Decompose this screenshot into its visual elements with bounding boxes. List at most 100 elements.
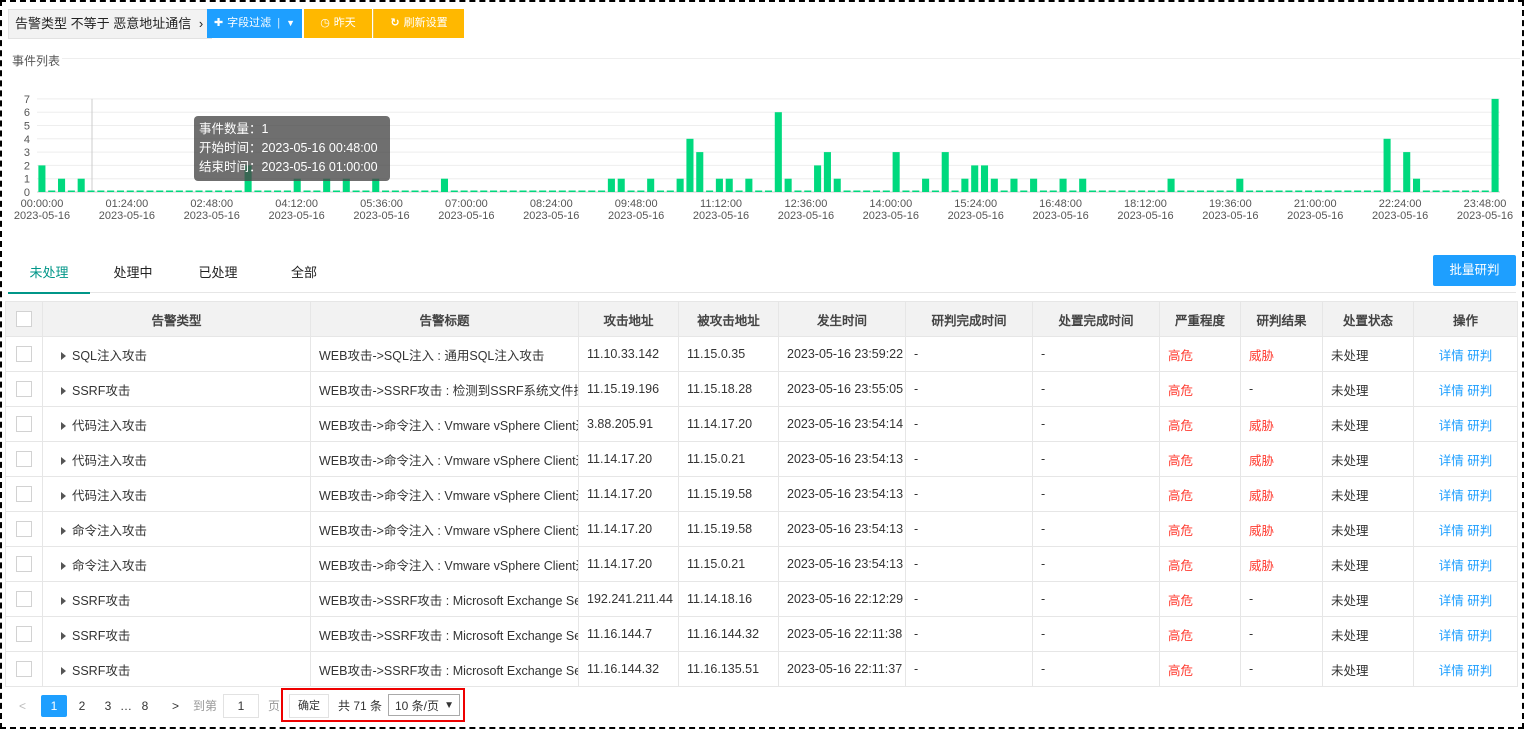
judge-link[interactable]: 研判: [1467, 664, 1492, 678]
row-checkbox-cell[interactable]: [5, 476, 43, 512]
chart-bar: [283, 190, 291, 192]
judge-link[interactable]: 研判: [1467, 524, 1492, 538]
table-row[interactable]: SSRF攻击 WEB攻击->SSRF攻击 : 检测到SSRF系统文件探测 11.15…: [5, 371, 1518, 407]
row-checkbox-cell[interactable]: [5, 546, 43, 582]
table-row[interactable]: SQL注入攻击 WEB攻击->SQL注入 : 通用SQL注入攻击 11.10.33.…: [5, 336, 1518, 372]
table-row[interactable]: SSRF攻击 WEB攻击->SSRF攻击 : Microsoft Exchange…: [5, 616, 1518, 652]
detail-link[interactable]: 详情: [1439, 349, 1464, 363]
detail-link[interactable]: 详情: [1439, 664, 1464, 678]
cell-alert-type[interactable]: SSRF攻击: [42, 581, 311, 617]
detail-link[interactable]: 详情: [1439, 489, 1464, 503]
expand-arrow-icon[interactable]: [61, 352, 66, 361]
refresh-settings-button[interactable]: ↻ 刷新设置: [373, 9, 464, 38]
expand-arrow-icon[interactable]: [61, 387, 66, 396]
field-filter-button[interactable]: ✚ 字段过滤 | ▼: [207, 9, 302, 38]
cell-alert-type[interactable]: SSRF攻击: [42, 371, 311, 407]
table-row[interactable]: SSRF攻击 WEB攻击->SSRF攻击 : Microsoft Exchange…: [5, 651, 1518, 687]
judge-link[interactable]: 研判: [1467, 384, 1492, 398]
detail-link[interactable]: 详情: [1439, 559, 1464, 573]
x-tick-time-label: 01:24:00: [105, 198, 148, 210]
table-row[interactable]: SSRF攻击 WEB攻击->SSRF攻击 : Microsoft Exchange…: [5, 581, 1518, 617]
cell-alert-type[interactable]: 命令注入攻击: [42, 546, 311, 582]
judge-link[interactable]: 研判: [1467, 419, 1492, 433]
judge-link[interactable]: 研判: [1467, 594, 1492, 608]
row-checkbox[interactable]: [16, 626, 32, 642]
tab-unprocessed[interactable]: 未处理: [8, 256, 90, 294]
filter-tag[interactable]: 告警类型 不等于 恶意地址通信 ›: [8, 9, 213, 39]
row-checkbox[interactable]: [16, 556, 32, 572]
page-8-button[interactable]: 8: [132, 695, 158, 717]
expand-arrow-icon[interactable]: [61, 422, 66, 431]
expand-arrow-icon[interactable]: [61, 527, 66, 536]
prev-page-button[interactable]: <: [19, 695, 26, 717]
page-2-button[interactable]: 2: [69, 695, 95, 717]
goto-page-input[interactable]: 1: [223, 694, 259, 718]
expand-arrow-icon[interactable]: [61, 562, 66, 571]
row-checkbox[interactable]: [16, 486, 32, 502]
chart-bar: [146, 190, 154, 192]
cell-alert-type[interactable]: SSRF攻击: [42, 651, 311, 687]
row-checkbox-cell[interactable]: [5, 651, 43, 687]
table-row[interactable]: 命令注入攻击 WEB攻击->命令注入 : Vmware vSphere Clien…: [5, 511, 1518, 547]
chart-bar: [1275, 190, 1283, 192]
row-checkbox-cell[interactable]: [5, 406, 43, 442]
cell-alert-type[interactable]: SQL注入攻击: [42, 336, 311, 372]
tab-processed[interactable]: 已处理: [177, 256, 259, 292]
judge-link[interactable]: 研判: [1467, 489, 1492, 503]
table-row[interactable]: 代码注入攻击 WEB攻击->命令注入 : Vmware vSphere Clien…: [5, 476, 1518, 512]
row-checkbox-cell[interactable]: [5, 581, 43, 617]
row-checkbox-cell[interactable]: [5, 616, 43, 652]
detail-link[interactable]: 详情: [1439, 384, 1464, 398]
row-checkbox[interactable]: [16, 591, 32, 607]
judge-link[interactable]: 研判: [1467, 629, 1492, 643]
row-checkbox-cell[interactable]: [5, 511, 43, 547]
highlight-box: [281, 688, 465, 722]
cell-alert-type[interactable]: 代码注入攻击: [42, 406, 311, 442]
cell-alert-type[interactable]: 代码注入攻击: [42, 441, 311, 477]
expand-arrow-icon[interactable]: [61, 492, 66, 501]
row-checkbox-cell[interactable]: [5, 336, 43, 372]
cell-alert-type[interactable]: SSRF攻击: [42, 616, 311, 652]
caret-down-icon[interactable]: ▼: [286, 18, 295, 28]
select-all-checkbox[interactable]: [16, 311, 32, 327]
page-1-button[interactable]: 1: [41, 695, 67, 717]
cell-alert-type[interactable]: 代码注入攻击: [42, 476, 311, 512]
row-checkbox[interactable]: [16, 521, 32, 537]
next-page-button[interactable]: >: [172, 695, 179, 717]
select-all-checkbox-cell[interactable]: [5, 301, 43, 337]
detail-link[interactable]: 详情: [1439, 524, 1464, 538]
row-checkbox[interactable]: [16, 661, 32, 677]
batch-judge-button[interactable]: 批量研判: [1433, 255, 1516, 286]
row-checkbox-cell[interactable]: [5, 441, 43, 477]
tab-processing[interactable]: 处理中: [92, 256, 174, 292]
cell-judge-result: 威胁: [1240, 406, 1323, 442]
yesterday-button[interactable]: ◷ 昨天: [304, 9, 372, 38]
judge-link[interactable]: 研判: [1467, 454, 1492, 468]
page-3-button[interactable]: 3: [95, 695, 121, 717]
row-checkbox[interactable]: [16, 346, 32, 362]
tab-all[interactable]: 全部: [263, 256, 345, 292]
detail-link[interactable]: 详情: [1439, 629, 1464, 643]
detail-link[interactable]: 详情: [1439, 419, 1464, 433]
detail-link[interactable]: 详情: [1439, 454, 1464, 468]
cell-dispose-status: 未处理: [1322, 441, 1414, 477]
detail-link[interactable]: 详情: [1439, 594, 1464, 608]
chart-bar: [1206, 190, 1214, 192]
row-checkbox[interactable]: [16, 451, 32, 467]
expand-arrow-icon[interactable]: [61, 597, 66, 606]
row-checkbox-cell[interactable]: [5, 371, 43, 407]
expand-arrow-icon[interactable]: [61, 632, 66, 641]
cell-alert-type[interactable]: 命令注入攻击: [42, 511, 311, 547]
table-row[interactable]: 代码注入攻击 WEB攻击->命令注入 : Vmware vSphere Clien…: [5, 406, 1518, 442]
expand-arrow-icon[interactable]: [61, 457, 66, 466]
expand-arrow-icon[interactable]: [61, 667, 66, 676]
table-row[interactable]: 命令注入攻击 WEB攻击->命令注入 : Vmware vSphere Clien…: [5, 546, 1518, 582]
row-checkbox[interactable]: [16, 381, 32, 397]
cell-alert-title: WEB攻击->SSRF攻击 : 检测到SSRF系统文件探测: [310, 371, 579, 407]
judge-link[interactable]: 研判: [1467, 349, 1492, 363]
chart-bar: [431, 190, 439, 192]
chart-bar: [519, 190, 527, 192]
table-row[interactable]: 代码注入攻击 WEB攻击->命令注入 : Vmware vSphere Clien…: [5, 441, 1518, 477]
judge-link[interactable]: 研判: [1467, 559, 1492, 573]
row-checkbox[interactable]: [16, 416, 32, 432]
